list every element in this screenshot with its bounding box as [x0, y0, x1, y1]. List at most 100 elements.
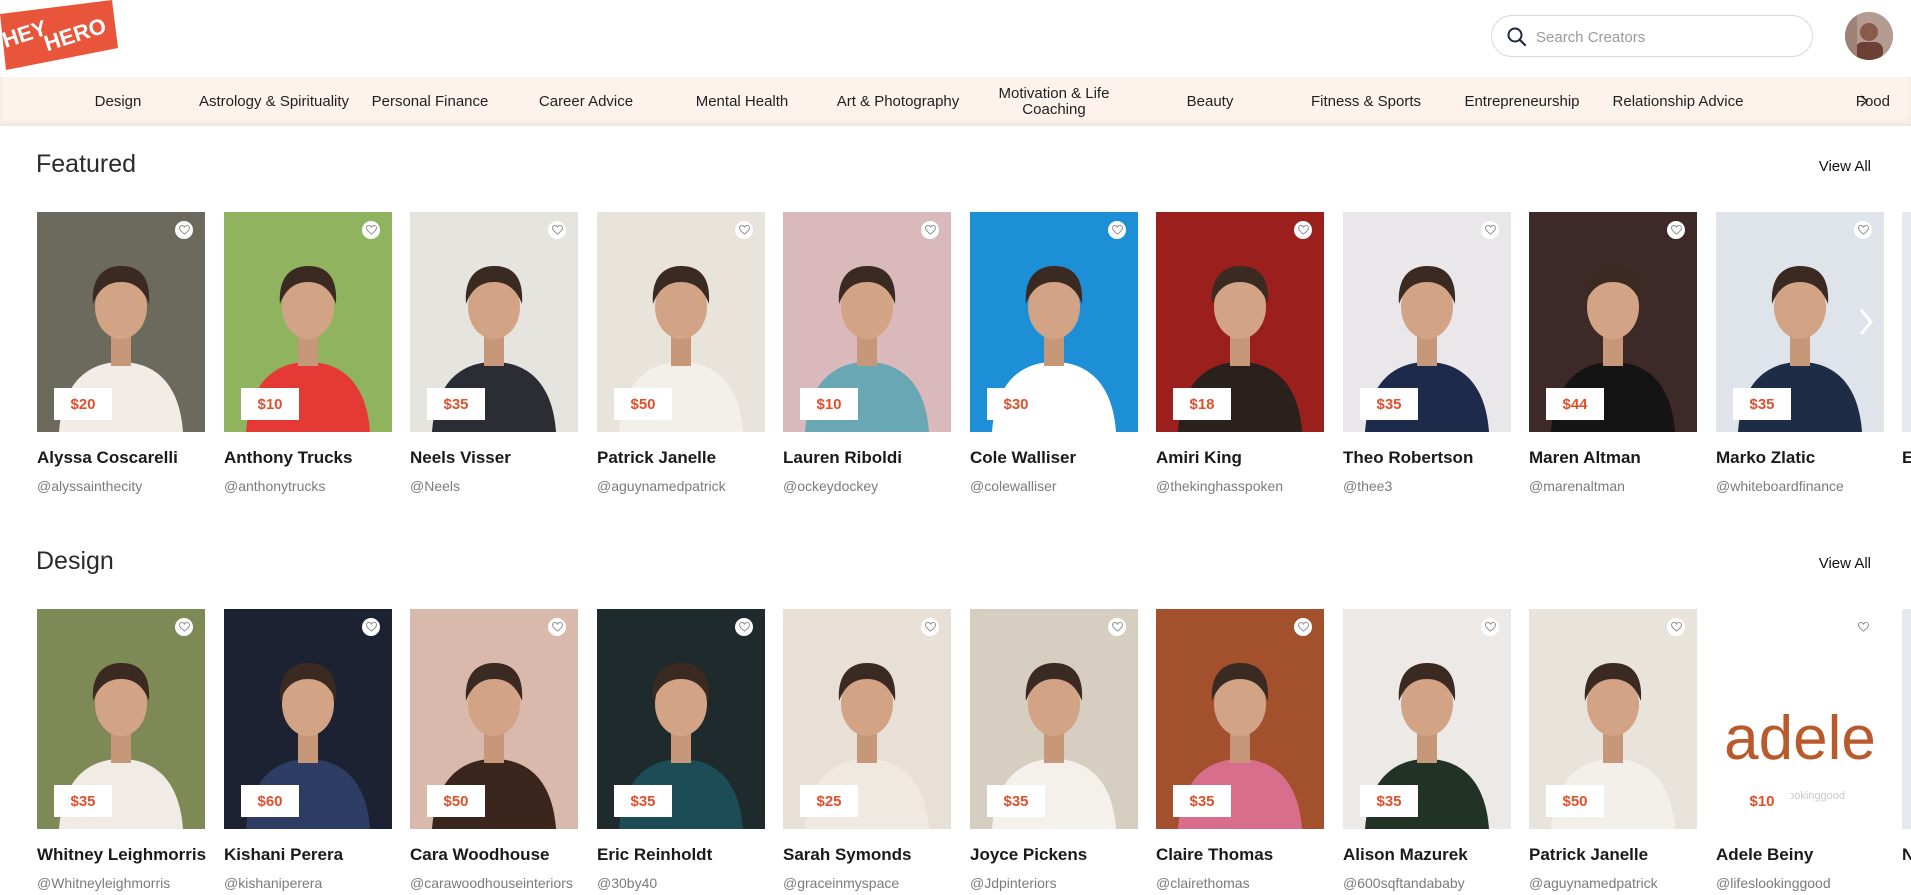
partial-creator-name[interactable]: N: [1902, 845, 1911, 865]
creator-card[interactable]: adele @lifeslookinggood $10 Adele Beiny @lif…: [1716, 609, 1884, 891]
creator-card[interactable]: $50 Patrick Janelle @aguynamedpatrick: [1529, 609, 1697, 891]
creator-photo[interactable]: $30: [970, 212, 1138, 432]
favorite-heart-icon[interactable]: [1667, 221, 1685, 239]
category-item[interactable]: Career Advice: [508, 77, 664, 126]
creator-name[interactable]: Claire Thomas: [1156, 845, 1326, 865]
user-avatar[interactable]: [1845, 12, 1893, 60]
creator-photo[interactable]: $35: [1343, 212, 1511, 432]
creator-photo[interactable]: $60: [224, 609, 392, 829]
category-item[interactable]: Astrology & Spirituality: [196, 77, 352, 126]
creator-card[interactable]: $35 Neels Visser @Neels: [410, 212, 578, 494]
favorite-heart-icon[interactable]: [548, 618, 566, 636]
creator-name[interactable]: Sarah Symonds: [783, 845, 953, 865]
favorite-heart-icon[interactable]: [548, 221, 566, 239]
creator-name[interactable]: Kishani Perera: [224, 845, 394, 865]
category-item[interactable]: Beauty: [1132, 77, 1288, 126]
favorite-heart-icon[interactable]: [362, 618, 380, 636]
creator-card[interactable]: $60 Kishani Perera @kishaniperera: [224, 609, 392, 891]
creator-photo[interactable]: $35: [970, 609, 1138, 829]
creator-card[interactable]: $35 Whitney Leighmorris @Whitneyleighmorri…: [37, 609, 206, 891]
creator-photo[interactable]: $10: [224, 212, 392, 432]
creator-photo[interactable]: adele @lifeslookinggood $10: [1716, 609, 1884, 829]
featured-next-arrow[interactable]: [1848, 294, 1884, 350]
favorite-heart-icon[interactable]: [921, 221, 939, 239]
creator-name[interactable]: Maren Altman: [1529, 448, 1699, 468]
creator-photo[interactable]: $35: [410, 212, 578, 432]
creator-name[interactable]: Anthony Trucks: [224, 448, 394, 468]
creator-card[interactable]: $35 Claire Thomas @clairethomas: [1156, 609, 1324, 891]
creator-name[interactable]: Whitney Leighmorris: [37, 845, 207, 865]
creator-name[interactable]: Cole Walliser: [970, 448, 1140, 468]
favorite-heart-icon[interactable]: [1481, 618, 1499, 636]
creator-photo[interactable]: $50: [1529, 609, 1697, 829]
search-bar[interactable]: [1491, 15, 1813, 57]
creator-photo[interactable]: $18: [1156, 212, 1324, 432]
design-view-all-link[interactable]: View All: [1819, 555, 1871, 572]
creator-name[interactable]: Patrick Janelle: [1529, 845, 1699, 865]
partial-creator-photo[interactable]: [1902, 212, 1911, 432]
category-item[interactable]: Fitness & Sports: [1288, 77, 1444, 126]
creator-card[interactable]: $18 Amiri King @thekinghasspoken: [1156, 212, 1324, 494]
creator-card[interactable]: $30 Cole Walliser @colewalliser: [970, 212, 1138, 494]
creator-name[interactable]: Alison Mazurek: [1343, 845, 1513, 865]
creator-name[interactable]: Cara Woodhouse: [410, 845, 580, 865]
creator-card[interactable]: $35 Eric Reinholdt @30by40: [597, 609, 765, 891]
favorite-heart-icon[interactable]: [735, 221, 753, 239]
creator-photo[interactable]: $35: [37, 609, 205, 829]
creator-card[interactable]: $50 Cara Woodhouse @carawoodhouseinteriors: [410, 609, 578, 891]
creator-name[interactable]: Eric Reinholdt: [597, 845, 767, 865]
favorite-heart-icon[interactable]: [735, 618, 753, 636]
creator-photo[interactable]: $50: [597, 212, 765, 432]
partial-creator-photo[interactable]: [1902, 609, 1911, 829]
favorite-heart-icon[interactable]: [921, 618, 939, 636]
favorite-heart-icon[interactable]: [1854, 221, 1872, 239]
category-item[interactable]: Personal Finance: [352, 77, 508, 126]
creator-card[interactable]: $44 Maren Altman @marenaltman: [1529, 212, 1697, 494]
creator-photo[interactable]: $25: [783, 609, 951, 829]
creator-name[interactable]: Marko Zlatic: [1716, 448, 1886, 468]
creator-photo[interactable]: $35: [1156, 609, 1324, 829]
favorite-heart-icon[interactable]: [362, 221, 380, 239]
favorite-heart-icon[interactable]: [175, 221, 193, 239]
creator-name[interactable]: Patrick Janelle: [597, 448, 767, 468]
category-item[interactable]: Entrepreneurship: [1444, 77, 1600, 126]
creator-name[interactable]: Amiri King: [1156, 448, 1326, 468]
creator-photo[interactable]: $35: [1343, 609, 1511, 829]
search-input[interactable]: [1536, 25, 1796, 49]
creator-name[interactable]: Neels Visser: [410, 448, 580, 468]
creator-photo[interactable]: $50: [410, 609, 578, 829]
category-item[interactable]: Motivation & Life Coaching: [976, 77, 1132, 126]
creator-photo[interactable]: $35: [597, 609, 765, 829]
creator-card[interactable]: $20 Alyssa Coscarelli @alyssainthecity: [37, 212, 205, 494]
favorite-heart-icon[interactable]: [1108, 618, 1126, 636]
favorite-heart-icon[interactable]: [1108, 221, 1126, 239]
creator-card[interactable]: $35 Joyce Pickens @Jdpinteriors: [970, 609, 1138, 891]
partial-creator-name[interactable]: E: [1902, 448, 1911, 468]
heyhero-logo[interactable]: HEY HERO: [0, 0, 118, 72]
category-item[interactable]: Food: [1790, 77, 1890, 126]
creator-photo[interactable]: $10: [783, 212, 951, 432]
category-item[interactable]: Design: [40, 77, 196, 126]
creator-card[interactable]: $25 Sarah Symonds @graceinmyspace: [783, 609, 951, 891]
featured-view-all-link[interactable]: View All: [1819, 158, 1871, 175]
favorite-heart-icon[interactable]: [1854, 618, 1872, 636]
creator-name[interactable]: Alyssa Coscarelli: [37, 448, 207, 468]
creator-card[interactable]: $50 Patrick Janelle @aguynamedpatrick: [597, 212, 765, 494]
category-item[interactable]: Art & Photography: [820, 77, 976, 126]
creator-name[interactable]: Joyce Pickens: [970, 845, 1140, 865]
creator-card[interactable]: $10 Anthony Trucks @anthonytrucks: [224, 212, 392, 494]
creator-photo[interactable]: $20: [37, 212, 205, 432]
favorite-heart-icon[interactable]: [1667, 618, 1685, 636]
favorite-heart-icon[interactable]: [1294, 221, 1312, 239]
category-item[interactable]: Mental Health: [664, 77, 820, 126]
creator-name[interactable]: Adele Beiny: [1716, 845, 1886, 865]
creator-photo[interactable]: $44: [1529, 212, 1697, 432]
favorite-heart-icon[interactable]: [175, 618, 193, 636]
creator-name[interactable]: Theo Robertson: [1343, 448, 1513, 468]
creator-card[interactable]: $10 Lauren Riboldi @ockeydockey: [783, 212, 951, 494]
creator-name[interactable]: Lauren Riboldi: [783, 448, 953, 468]
favorite-heart-icon[interactable]: [1481, 221, 1499, 239]
creator-card[interactable]: $35 Theo Robertson @thee3: [1343, 212, 1511, 494]
creator-card[interactable]: $35 Alison Mazurek @600sqftandababy: [1343, 609, 1511, 891]
favorite-heart-icon[interactable]: [1294, 618, 1312, 636]
